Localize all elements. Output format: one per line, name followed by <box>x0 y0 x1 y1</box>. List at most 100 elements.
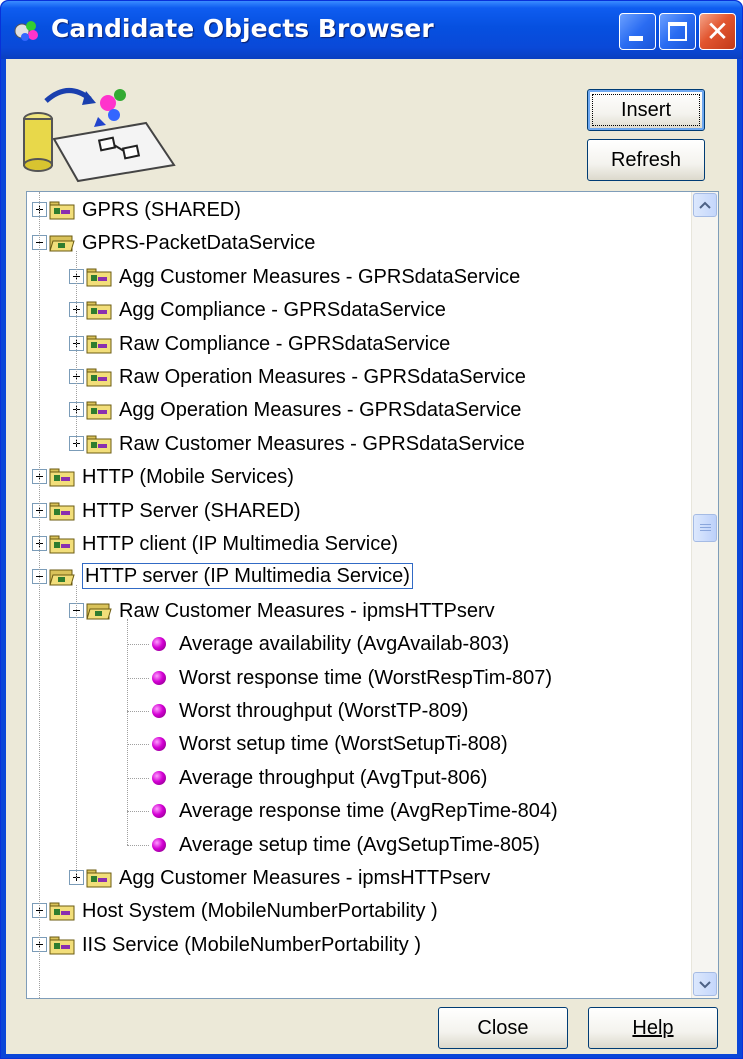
tree-node[interactable]: Raw Customer Measures - GPRSdataService <box>27 428 693 461</box>
tree-connector-line <box>127 777 149 779</box>
folder-icon <box>86 401 112 420</box>
folder-icon <box>86 268 112 287</box>
scroll-down-icon <box>699 981 711 989</box>
measure-bullet-icon <box>152 737 166 752</box>
folder-icon <box>86 335 112 354</box>
tree-item-label: Raw Operation Measures - GPRSdataService <box>119 366 526 388</box>
tree-connector-line <box>127 844 149 846</box>
thumb-grip-line <box>700 527 711 528</box>
scroll-thumb[interactable] <box>693 514 717 542</box>
measure-bullet-icon <box>152 804 166 819</box>
scroll-down-button[interactable] <box>693 972 717 996</box>
tree-content: GPRS (SHARED) GPRS-PacketDataService Agg C… <box>27 192 693 998</box>
open-folder-icon <box>49 235 75 252</box>
tree-item-label: Average throughput (AvgTput-806) <box>179 766 488 789</box>
measure-bullet-icon <box>152 704 166 718</box>
candidate-objects-browser-window: Candidate Objects Browser ✕ Insert Refre… <box>0 0 743 1059</box>
folder-icon <box>49 936 75 955</box>
tree-node[interactable]: HTTP (Mobile Services) <box>27 461 693 494</box>
tree-node[interactable]: IIS Service (MobileNumberPortability ) <box>27 929 693 962</box>
app-icon <box>14 21 38 41</box>
tree-node[interactable]: Raw Compliance - GPRSdataService <box>27 328 693 361</box>
tree-node[interactable]: GPRS (SHARED) <box>27 194 693 227</box>
tree-connector-line <box>127 677 149 679</box>
close-button-label: Close <box>477 1017 529 1039</box>
maximize-icon <box>668 22 687 41</box>
measure-bullet-icon <box>152 637 166 652</box>
tree-item-label: Average response time (AvgRepTime-804) <box>179 800 558 823</box>
tree-item-label: GPRS (SHARED) <box>82 199 241 221</box>
help-button-label: Help <box>632 1017 674 1039</box>
title-bar[interactable]: Candidate Objects Browser ✕ <box>1 1 742 59</box>
folder-icon <box>86 301 112 320</box>
tree-item-label: Average setup time (AvgSetupTime-805) <box>179 833 540 856</box>
tree-item-label: Agg Compliance - GPRSdataService <box>119 299 446 322</box>
insert-button[interactable]: Insert <box>587 89 705 131</box>
tree-node[interactable]: HTTP client (IP Multimedia Service) <box>27 528 693 561</box>
maximize-button[interactable] <box>659 13 696 50</box>
dialog-client-area: Insert Refresh GPRS (SHARED) GPRS-PacketD… <box>6 59 737 1054</box>
measure-bullet-icon <box>152 837 166 852</box>
scroll-up-button[interactable] <box>693 193 717 217</box>
tree-item-label: HTTP server (IP Multimedia Service) <box>82 563 413 590</box>
tree-item-label: Worst throughput (WorstTP-809) <box>179 700 469 722</box>
tree-node[interactable]: Agg Operation Measures - GPRSdataService <box>27 394 693 427</box>
tree-item-label: Worst setup time (WorstSetupTi-808) <box>179 733 508 756</box>
tree-node[interactable]: Host System (MobileNumberPortability ) <box>27 895 693 928</box>
measure-bullet-icon <box>152 770 166 785</box>
tree-item-label: Agg Customer Measures - ipmsHTTPserv <box>119 867 491 889</box>
scroll-up-icon <box>699 201 711 209</box>
tree-connector-line <box>127 811 149 813</box>
tree-item-label: Agg Customer Measures - GPRSdataService <box>119 265 521 288</box>
minimize-icon <box>629 36 643 41</box>
tree-item-label: Average availability (AvgAvailab-803) <box>179 633 510 656</box>
tree-item-label: Raw Customer Measures - GPRSdataService <box>119 432 525 455</box>
open-folder-icon <box>86 603 112 620</box>
folder-icon <box>49 468 75 487</box>
refresh-button[interactable]: Refresh <box>587 139 705 181</box>
tree-node[interactable]: HTTP Server (SHARED) <box>27 495 693 528</box>
folder-icon <box>49 201 75 220</box>
measure-bullet-icon <box>152 670 166 685</box>
tree-connector-line <box>76 251 77 444</box>
tree-item-label: HTTP Server (SHARED) <box>82 499 301 522</box>
candidate-objects-browser-icon <box>23 88 176 183</box>
tree-item-label: Host System (MobileNumberPortability ) <box>82 900 438 923</box>
tree-node[interactable]: Raw Operation Measures - GPRSdataService <box>27 361 693 394</box>
help-button[interactable]: Help <box>588 1007 718 1049</box>
tree-item-label: Agg Operation Measures - GPRSdataService <box>119 399 522 422</box>
tree-node[interactable]: Agg Customer Measures - ipmsHTTPserv <box>27 862 693 895</box>
tree-node[interactable]: HTTP server (IP Multimedia Service) <box>27 561 693 594</box>
thumb-grip-line <box>700 530 711 531</box>
minimize-button[interactable] <box>619 13 656 50</box>
folder-icon <box>49 535 75 554</box>
tree-connector-line <box>76 585 77 878</box>
tree-connector-line <box>127 644 149 646</box>
tree-node[interactable]: Agg Customer Measures - GPRSdataService <box>27 261 693 294</box>
close-icon: ✕ <box>705 15 730 48</box>
tree-item-label: Worst response time (WorstRespTim-807) <box>179 666 553 689</box>
folder-icon <box>49 902 75 921</box>
candidate-objects-tree[interactable]: GPRS (SHARED) GPRS-PacketDataService Agg C… <box>26 191 719 999</box>
folder-icon <box>86 435 112 454</box>
tree-node[interactable]: GPRS-PacketDataService <box>27 227 693 260</box>
tree-node[interactable]: Agg Compliance - GPRSdataService <box>27 294 693 327</box>
open-folder-icon <box>49 569 75 586</box>
window-title: Candidate Objects Browser <box>51 14 434 43</box>
thumb-grip-line <box>700 524 711 525</box>
vertical-scrollbar[interactable] <box>691 192 718 998</box>
tree-item-label: HTTP client (IP Multimedia Service) <box>82 533 399 555</box>
focus-rectangle <box>592 94 700 126</box>
tree-connector-line <box>127 618 128 845</box>
close-window-button[interactable]: ✕ <box>699 13 736 50</box>
close-button[interactable]: Close <box>438 1007 568 1049</box>
folder-icon <box>86 368 112 387</box>
tree-connector-line <box>127 711 149 712</box>
folder-icon <box>86 869 112 888</box>
tree-item-label: Raw Compliance - GPRSdataService <box>119 332 451 355</box>
refresh-button-label: Refresh <box>610 149 682 171</box>
tree-item-label: Raw Customer Measures - ipmsHTTPserv <box>119 599 495 622</box>
tree-item-label: IIS Service (MobileNumberPortability ) <box>82 933 421 956</box>
tree-item-label: GPRS-PacketDataService <box>82 232 316 255</box>
tree-connector-line <box>39 192 40 998</box>
